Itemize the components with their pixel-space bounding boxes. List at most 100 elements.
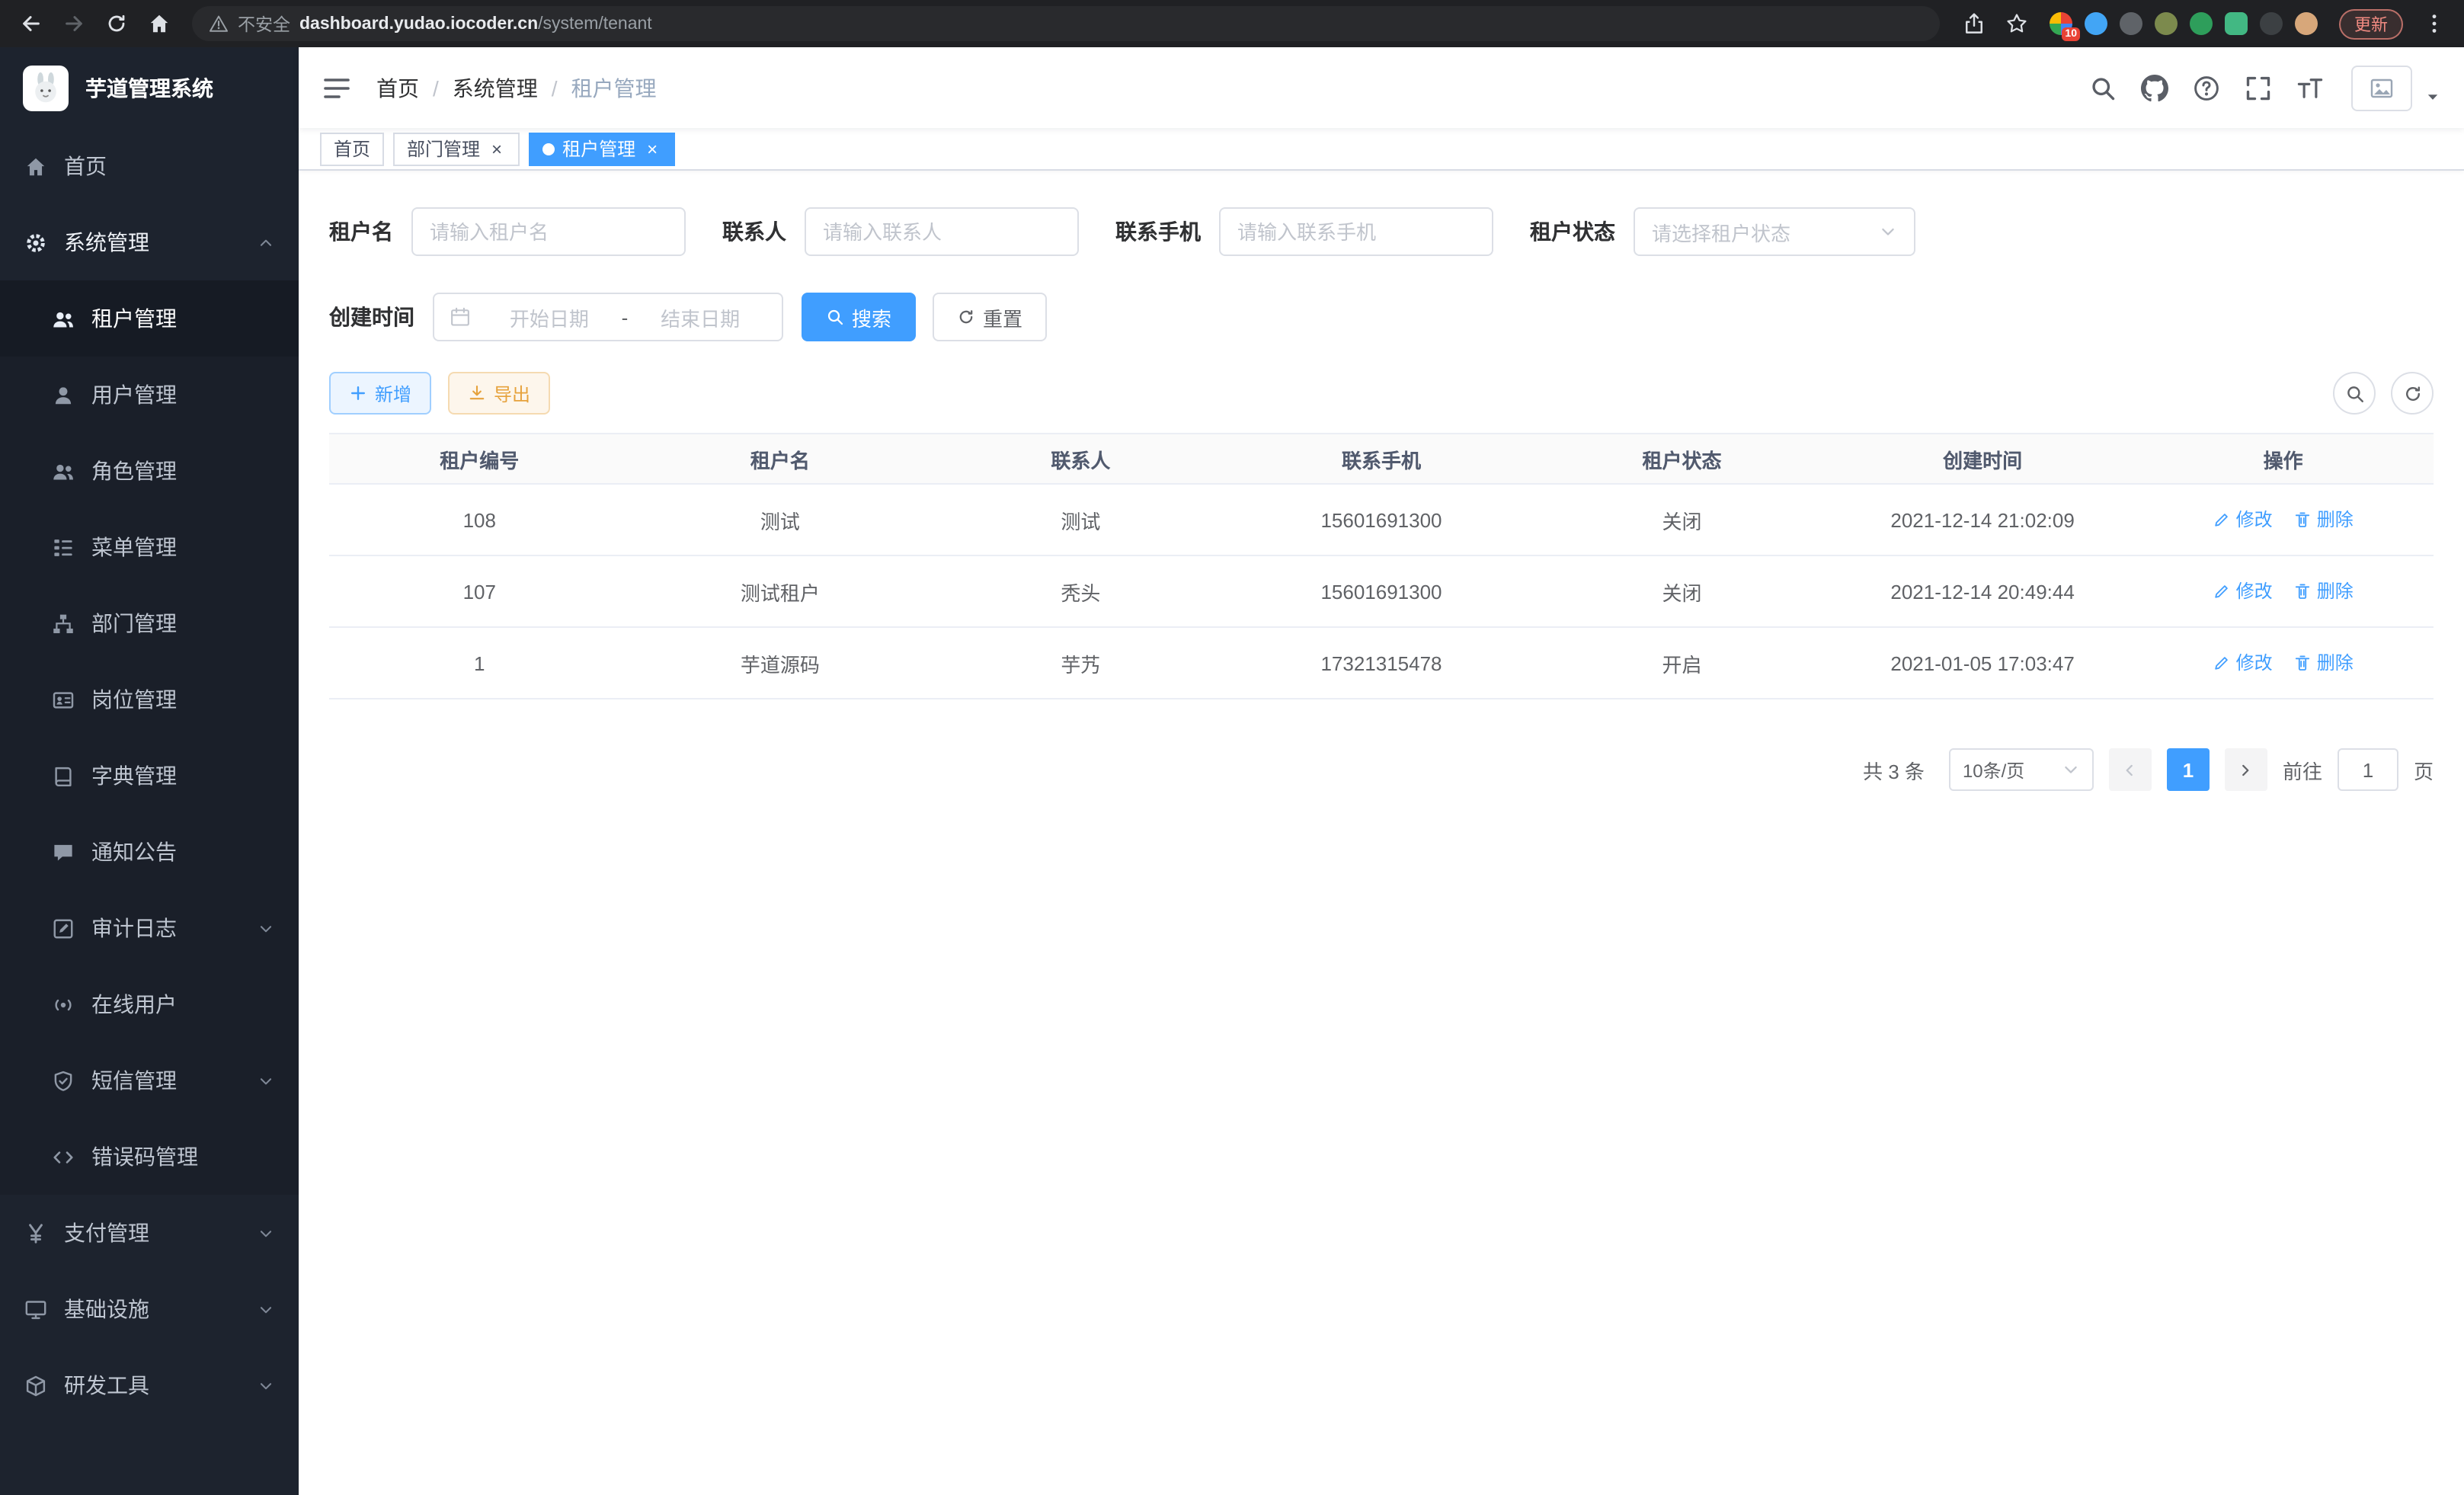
goto-page-input[interactable] <box>2338 748 2398 791</box>
browser-home-button[interactable] <box>140 5 177 42</box>
browser-menu-button[interactable] <box>2415 5 2452 42</box>
sidebar-item[interactable]: 基础设施 <box>0 1271 299 1347</box>
export-button[interactable]: 导出 <box>448 372 550 415</box>
filter-contact: 联系人 <box>722 207 1079 256</box>
search-icon[interactable] <box>2089 74 2117 101</box>
column-header: 租户编号 <box>329 434 630 484</box>
browser-update-button[interactable]: 更新 <box>2339 8 2403 39</box>
table-toolbar: 新增 导出 <box>329 372 2434 415</box>
extension-icon[interactable]: 10 <box>2050 12 2072 35</box>
page-size-select[interactable]: 10条/页 <box>1949 748 2094 791</box>
sidebar: 芋道管理系统 首页系统管理租户管理用户管理角色管理菜单管理部门管理岗位管理字典管… <box>0 47 299 1495</box>
delete-link[interactable]: 删除 <box>2294 507 2354 533</box>
edit-icon <box>2213 582 2232 600</box>
cell-created: 2021-01-05 17:03:47 <box>1832 627 2133 699</box>
bookmark-star-button[interactable] <box>1998 5 2034 42</box>
extension-icon[interactable] <box>2085 12 2107 35</box>
sidebar-item[interactable]: 在线用户 <box>0 966 299 1042</box>
avatar[interactable] <box>2351 65 2412 110</box>
sidebar-item[interactable]: 租户管理 <box>0 280 299 357</box>
tenant-name-input[interactable] <box>411 207 686 256</box>
sidebar-item-label: 部门管理 <box>91 608 177 639</box>
delete-link[interactable]: 删除 <box>2294 578 2354 604</box>
contact-input-field[interactable] <box>823 220 1061 243</box>
view-tab[interactable]: 部门管理× <box>393 132 520 165</box>
close-icon[interactable]: × <box>488 139 506 158</box>
help-icon[interactable] <box>2193 74 2220 101</box>
next-page-button[interactable] <box>2225 748 2267 791</box>
view-tab[interactable]: 首页 <box>320 132 384 165</box>
edit-link[interactable]: 修改 <box>2213 650 2273 676</box>
browser-chrome: 不安全 dashboard.yudao.iocoder.cn/system/te… <box>0 0 2464 47</box>
url-host: dashboard.yudao.iocoder.cn <box>299 14 538 33</box>
sidebar-item[interactable]: 岗位管理 <box>0 661 299 738</box>
browser-reload-button[interactable] <box>98 5 134 42</box>
toolbar-right <box>2333 372 2434 415</box>
sidebar-item[interactable]: 审计日志 <box>0 890 299 966</box>
reset-button[interactable]: 重置 <box>933 293 1047 341</box>
extension-icon[interactable] <box>2190 12 2213 35</box>
add-button[interactable]: 新增 <box>329 372 431 415</box>
extension-icon[interactable] <box>2155 12 2178 35</box>
sidebar-item-label: 字典管理 <box>91 760 177 791</box>
prev-page-button[interactable] <box>2109 748 2152 791</box>
edit-link[interactable]: 修改 <box>2213 578 2273 604</box>
chevron-left-icon <box>2122 761 2139 778</box>
column-header: 操作 <box>2133 434 2434 484</box>
browser-forward-button[interactable] <box>55 5 91 42</box>
sidebar-collapse-button[interactable] <box>322 72 352 103</box>
chevron-down-icon <box>1879 222 1897 241</box>
cell-contact: 测试 <box>930 484 1231 555</box>
breadcrumb-item[interactable]: 系统管理 <box>453 72 538 103</box>
contact-input[interactable] <box>805 207 1079 256</box>
tenant-name-input-field[interactable] <box>430 220 667 243</box>
column-header: 联系人 <box>930 434 1231 484</box>
github-icon[interactable] <box>2141 74 2168 101</box>
font-size-icon[interactable] <box>2296 74 2324 101</box>
mobile-input[interactable] <box>1219 207 1493 256</box>
refresh-icon <box>957 308 975 326</box>
sidebar-item[interactable]: 用户管理 <box>0 357 299 433</box>
cell-id: 1 <box>329 627 630 699</box>
goto-label: 前往 <box>2283 755 2322 784</box>
caret-down-icon[interactable] <box>2424 88 2441 104</box>
badge-icon <box>52 688 75 711</box>
extension-icon[interactable] <box>2225 12 2248 35</box>
status-select[interactable]: 请选择租户状态 <box>1634 207 1915 256</box>
sidebar-item[interactable]: 通知公告 <box>0 814 299 890</box>
fullscreen-icon[interactable] <box>2245 74 2272 101</box>
extension-icon[interactable] <box>2260 12 2283 35</box>
date-range-picker[interactable]: 开始日期 - 结束日期 <box>433 293 783 341</box>
close-icon[interactable]: × <box>643 139 661 158</box>
extension-icon[interactable] <box>2120 12 2142 35</box>
extension-icon[interactable] <box>2295 12 2318 35</box>
start-date-placeholder: 开始日期 <box>483 303 616 331</box>
refresh-table-button[interactable] <box>2391 372 2434 415</box>
toggle-search-button[interactable] <box>2333 372 2376 415</box>
navbar-actions <box>2089 65 2441 110</box>
app-logo[interactable]: 芋道管理系统 <box>0 47 299 128</box>
page-1-button[interactable]: 1 <box>2167 748 2210 791</box>
address-bar[interactable]: 不安全 dashboard.yudao.iocoder.cn/system/te… <box>192 6 1940 41</box>
browser-back-button[interactable] <box>12 5 49 42</box>
sidebar-item[interactable]: 角色管理 <box>0 433 299 509</box>
delete-link[interactable]: 删除 <box>2294 650 2354 676</box>
view-tab[interactable]: 租户管理× <box>529 132 675 165</box>
sidebar-item[interactable]: 字典管理 <box>0 738 299 814</box>
sidebar-item[interactable]: 错误码管理 <box>0 1119 299 1195</box>
user-icon <box>52 383 75 406</box>
sidebar-item[interactable]: 研发工具 <box>0 1347 299 1423</box>
edit-link[interactable]: 修改 <box>2213 507 2273 533</box>
sidebar-item[interactable]: 支付管理 <box>0 1195 299 1271</box>
sidebar-item[interactable]: 部门管理 <box>0 585 299 661</box>
chevron-down-icon <box>258 1224 274 1241</box>
sidebar-item[interactable]: 系统管理 <box>0 204 299 280</box>
sidebar-item[interactable]: 首页 <box>0 128 299 204</box>
search-button[interactable]: 搜索 <box>802 293 916 341</box>
share-button[interactable] <box>1955 5 1992 42</box>
mobile-input-field[interactable] <box>1237 220 1475 243</box>
sidebar-item[interactable]: 短信管理 <box>0 1042 299 1119</box>
calendar-icon <box>450 306 471 328</box>
sidebar-item[interactable]: 菜单管理 <box>0 509 299 585</box>
breadcrumb-item[interactable]: 首页 <box>376 72 419 103</box>
